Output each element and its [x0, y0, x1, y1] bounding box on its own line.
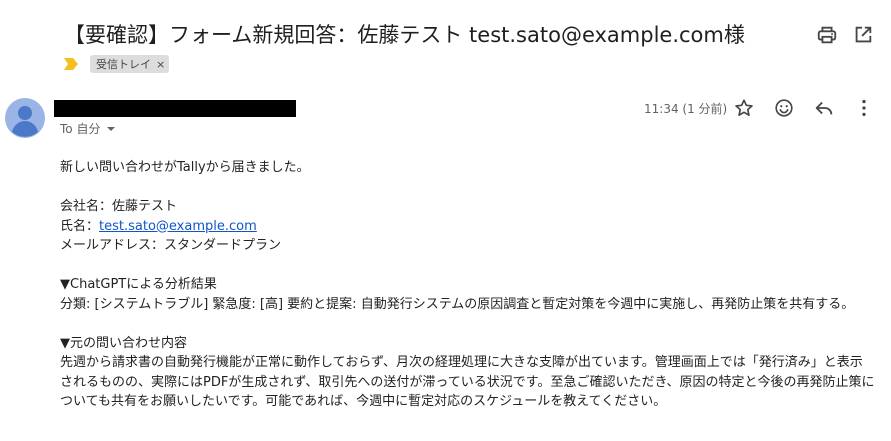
- print-icon[interactable]: [816, 24, 838, 46]
- intro-line: 新しい問い合わせがTallyから届きました。: [60, 160, 310, 175]
- inbox-label-chip[interactable]: 受信トレイ ×: [90, 55, 170, 73]
- dropdown-arrow-icon[interactable]: [106, 124, 116, 134]
- name-line: 氏名：test.sato@example.com: [60, 217, 875, 237]
- company-line: 会社名：佐藤テスト: [60, 199, 178, 214]
- default-avatar-icon[interactable]: [5, 98, 45, 138]
- label-name: 受信トレイ: [96, 58, 151, 71]
- importance-marker-icon[interactable]: [64, 58, 78, 70]
- reply-icon[interactable]: [813, 97, 835, 119]
- recipient-details-toggle[interactable]: To 自分: [60, 120, 116, 137]
- original-text: 先週から請求書の自動発行機能が正常に動作しておらず、月次の経理処理に大きな支障が…: [60, 355, 875, 409]
- email-subject: 【要確認】フォーム新規回答：佐藤テスト test.sato@example.co…: [64, 23, 745, 47]
- email-address-line: メールアドレス：スタンダードプラン: [60, 238, 282, 253]
- remove-label-icon[interactable]: ×: [156, 58, 165, 71]
- emoji-reaction-icon[interactable]: [773, 97, 795, 119]
- email-link[interactable]: test.sato@example.com: [99, 219, 257, 234]
- analysis-text: 分類: [システムトラブル] 緊急度: [高] 要約と提案: 自動発行システムの…: [60, 296, 855, 312]
- sender-name-redacted: [54, 100, 296, 117]
- open-in-new-window-icon[interactable]: [852, 24, 874, 46]
- email-body: 新しい問い合わせがTallyから届きました。 会社名：佐藤テスト 氏名：test…: [60, 158, 875, 412]
- timestamp: 11:34 (1 分前): [644, 102, 728, 116]
- original-heading: ▼元の問い合わせ内容: [60, 335, 187, 351]
- more-vertical-icon[interactable]: [853, 97, 875, 119]
- analysis-heading: ▼ChatGPTによる分析結果: [60, 277, 217, 292]
- label-row: 受信トレイ ×: [64, 54, 170, 74]
- star-icon[interactable]: [733, 97, 755, 119]
- recipient-text: To 自分: [60, 122, 101, 136]
- name-prefix: 氏名：: [60, 218, 100, 234]
